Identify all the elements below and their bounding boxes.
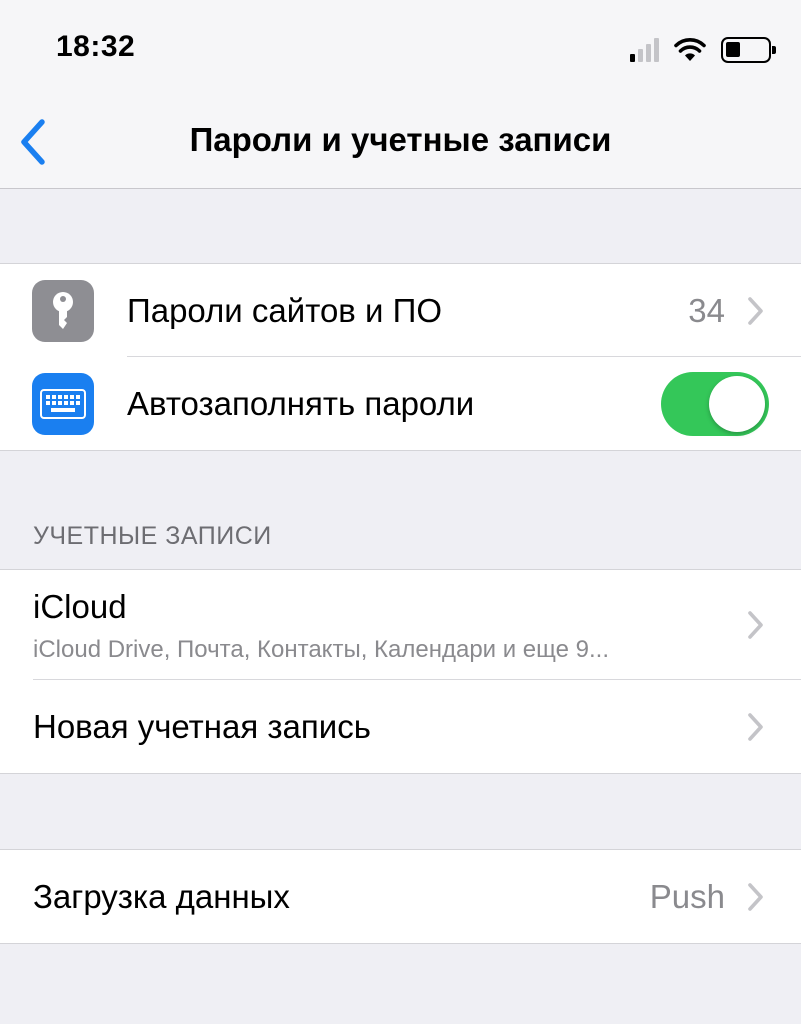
fetch-group: Загрузка данных Push bbox=[0, 849, 801, 944]
wifi-icon bbox=[674, 38, 706, 61]
battery-icon bbox=[721, 37, 776, 63]
top-bar: 18:32 Пароли и учетные записи bbox=[0, 0, 801, 189]
autofill-toggle[interactable] bbox=[661, 371, 769, 436]
row-label: Загрузка данных bbox=[33, 877, 290, 915]
chevron-right-icon bbox=[748, 296, 763, 325]
row-label: Новая учетная запись bbox=[33, 707, 371, 745]
autofill-passwords-row: Автозаполнять пароли bbox=[0, 357, 801, 450]
account-name: iCloud bbox=[33, 588, 127, 625]
chevron-right-icon bbox=[748, 712, 763, 741]
status-time: 18:32 bbox=[56, 30, 136, 63]
add-account-row[interactable]: Новая учетная запись bbox=[0, 680, 801, 773]
row-label: Пароли сайтов и ПО bbox=[127, 291, 442, 329]
toggle-knob bbox=[709, 375, 765, 432]
keyboard-icon bbox=[32, 372, 94, 435]
website-passwords-row[interactable]: Пароли сайтов и ПО 34 bbox=[0, 264, 801, 357]
account-services: iCloud Drive, Почта, Контакты, Календари… bbox=[33, 636, 609, 663]
accounts-group: iCloud iCloud Drive, Почта, Контакты, Ка… bbox=[0, 569, 801, 774]
key-icon bbox=[32, 279, 94, 342]
fetch-new-data-row[interactable]: Загрузка данных Push bbox=[0, 850, 801, 943]
chevron-right-icon bbox=[748, 611, 763, 639]
row-label: Автозаполнять пароли bbox=[127, 384, 475, 422]
page-title: Пароли и учетные записи bbox=[189, 121, 612, 158]
icloud-account-row[interactable]: iCloud iCloud Drive, Почта, Контакты, Ка… bbox=[0, 570, 801, 680]
chevron-right-icon bbox=[748, 882, 763, 911]
cellular-signal-icon bbox=[630, 38, 659, 62]
settings-screen: 18:32 Пароли и учетные записи Пароли сай… bbox=[0, 0, 801, 1024]
status-icons bbox=[630, 34, 776, 66]
password-count: 34 bbox=[688, 291, 725, 329]
passwords-group: Пароли сайтов и ПО 34 Автозаполнять паро… bbox=[0, 263, 801, 451]
section-header: УЧЕТНЫЕ ЗАПИСИ bbox=[33, 522, 272, 550]
fetch-mode-value: Push bbox=[649, 877, 725, 915]
